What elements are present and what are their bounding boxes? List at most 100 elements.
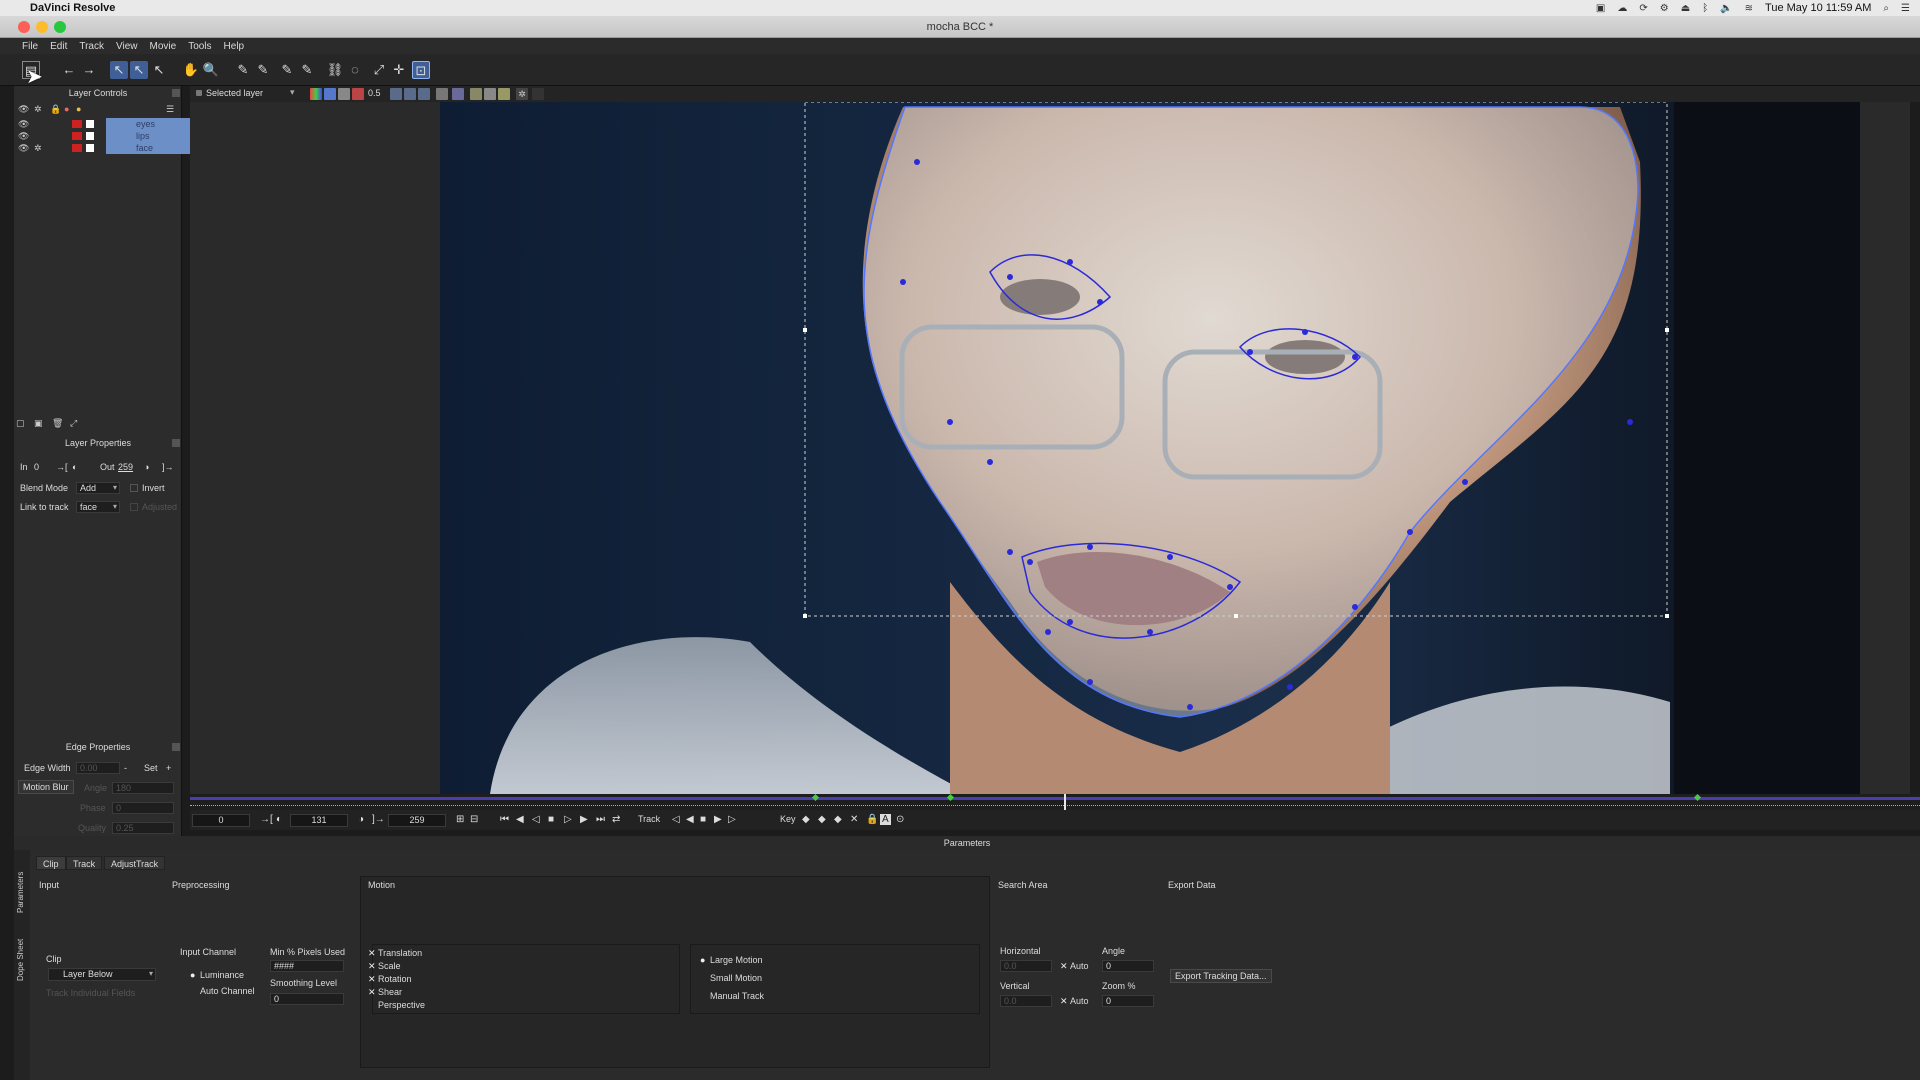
control-point[interactable] <box>1187 704 1193 710</box>
surface-tool-icon[interactable]: ⊡ <box>412 61 430 79</box>
play-forward-icon[interactable]: ▷ <box>564 814 572 825</box>
in-value[interactable]: 0 <box>34 462 39 472</box>
transform-tool-icon[interactable]: ⤢ <box>370 61 388 79</box>
tab-track[interactable]: Track <box>66 856 103 870</box>
control-point[interactable] <box>1352 354 1358 360</box>
screen-record-icon[interactable]: ▣ <box>1596 3 1605 14</box>
in-keyframe-icon[interactable]: ◐ <box>72 462 77 472</box>
vertical-field[interactable]: 0.0 <box>1000 995 1052 1007</box>
stop-icon[interactable]: ■ <box>548 814 554 825</box>
track-step-back-icon[interactable]: ◀ <box>686 814 694 825</box>
eject-icon[interactable]: ⏏ <box>1681 3 1690 14</box>
luminance-radio[interactable]: ● Luminance <box>190 970 244 980</box>
edge-decrease-icon[interactable]: - <box>124 763 127 773</box>
matte-checkbox[interactable] <box>86 120 94 128</box>
opacity-value[interactable]: 0.5 <box>368 88 381 98</box>
control-point[interactable] <box>1407 529 1413 535</box>
select-all-tool-icon[interactable]: ↖ <box>130 61 148 79</box>
control-point[interactable] <box>1045 629 1051 635</box>
control-point[interactable] <box>1027 559 1033 565</box>
view-mode-icon[interactable] <box>390 88 402 100</box>
tracking-gear-icon[interactable]: ✲ <box>34 143 42 154</box>
overlay-icon[interactable] <box>338 88 350 100</box>
zoom-field[interactable]: 0 <box>1102 995 1154 1007</box>
control-point[interactable] <box>947 419 953 425</box>
horizontal-auto-checkbox[interactable]: ✕ Auto <box>1060 961 1089 972</box>
layer-select-chevron-icon[interactable]: ▾ <box>290 87 295 98</box>
out-value[interactable]: 259 <box>118 462 133 472</box>
layer-row-face[interactable]: face <box>106 142 194 154</box>
track-icon[interactable] <box>452 88 464 100</box>
quality-field[interactable]: 0.25 <box>112 822 174 834</box>
control-point[interactable] <box>1067 259 1073 265</box>
menu-edit[interactable]: Edit <box>50 41 67 52</box>
surface-handle[interactable] <box>803 328 807 332</box>
layer-color-swatch[interactable] <box>72 144 82 152</box>
auto-channel-radio[interactable]: Auto Channel <box>190 986 255 996</box>
move-tool-icon[interactable]: ✛ <box>390 61 408 79</box>
track-forward-icon[interactable]: ▷ <box>728 814 736 825</box>
search-icon[interactable]: ⌕ <box>1883 3 1889 14</box>
layer-color-swatch[interactable] <box>72 132 82 140</box>
redo-icon[interactable]: → <box>80 61 98 79</box>
expand-icon[interactable]: ⤢ <box>70 418 77 429</box>
lasso-tool-icon[interactable]: ◌ <box>346 61 364 79</box>
out-keyframe-icon[interactable]: ◑ <box>358 814 364 825</box>
viewer-canvas[interactable] <box>190 102 1910 794</box>
lock-icon[interactable] <box>484 88 496 100</box>
current-frame-field[interactable]: 131 <box>290 814 348 827</box>
tab-clip[interactable]: Clip <box>36 856 66 870</box>
matte-checkbox[interactable] <box>86 144 94 152</box>
layer-color-swatch[interactable] <box>72 120 82 128</box>
close-window-button[interactable] <box>18 21 30 33</box>
out-keyframe-icon[interactable]: ◑ <box>144 462 149 472</box>
prev-key-icon[interactable]: ◆ <box>802 814 810 825</box>
new-layer-icon[interactable]: ▢ <box>16 418 25 429</box>
volume-icon[interactable]: 🔈 <box>1720 3 1732 14</box>
surface-handle[interactable] <box>1665 328 1669 332</box>
set-out-icon[interactable]: ]→ <box>162 462 174 472</box>
viewer-image[interactable] <box>190 102 1910 794</box>
minimize-window-button[interactable] <box>36 21 48 33</box>
control-point[interactable] <box>1287 684 1293 690</box>
timeline[interactable] <box>190 793 1920 810</box>
next-key-icon[interactable]: ◆ <box>834 814 842 825</box>
grid-view-icon[interactable] <box>418 88 430 100</box>
link-tool-icon[interactable]: ⛓ <box>326 61 344 79</box>
timeline-bar[interactable] <box>190 797 1920 800</box>
edge-width-field[interactable]: 0.00 <box>76 762 120 774</box>
track-step-forward-icon[interactable]: ▶ <box>714 814 722 825</box>
go-to-start-icon[interactable]: ⏮ <box>500 814 509 825</box>
angle-field[interactable]: 0 <box>1102 960 1154 972</box>
in-keyframe-icon[interactable]: ◐ <box>276 814 282 825</box>
delete-layer-icon[interactable]: 🗑 <box>52 418 63 429</box>
step-back-icon[interactable]: ◀ <box>516 814 524 825</box>
zoom-range-icon[interactable]: ⊟ <box>470 814 478 825</box>
delete-key-icon[interactable]: ✕ <box>850 814 858 825</box>
track-stop-icon[interactable]: ■ <box>700 814 706 825</box>
edge-increase-icon[interactable]: + <box>166 763 171 773</box>
eye-icon[interactable]: 👁 <box>18 131 29 142</box>
control-point[interactable] <box>914 159 920 165</box>
menu-file[interactable]: File <box>22 41 38 52</box>
horizontal-field[interactable]: 0.0 <box>1000 960 1052 972</box>
cloud-icon[interactable]: ☁ <box>1617 3 1627 14</box>
loop-icon[interactable]: ⇄ <box>612 814 620 825</box>
add-key-icon[interactable]: ◆ <box>818 814 826 825</box>
app-name[interactable]: DaVinci Resolve <box>30 2 115 14</box>
zoom-window-button[interactable] <box>54 21 66 33</box>
control-point[interactable] <box>1067 619 1073 625</box>
wifi-icon[interactable]: ≋ <box>1745 3 1753 14</box>
phase-field[interactable]: 0 <box>112 802 174 814</box>
track-individual-fields-label[interactable]: Track Individual Fields <box>46 988 135 998</box>
tab-dope-sheet[interactable]: Dope Sheet <box>16 930 28 990</box>
settings-icon[interactable]: ⚙ <box>1660 3 1669 14</box>
hand-tool-icon[interactable]: ✋ <box>182 61 200 79</box>
large-motion-radio[interactable]: ● Large Motion <box>700 955 763 965</box>
bluetooth-icon[interactable]: ᛒ <box>1702 3 1708 14</box>
scale-checkbox[interactable]: ✕ Scale <box>368 961 401 972</box>
menu-track[interactable]: Track <box>79 41 104 52</box>
tab-parameters[interactable]: Parameters <box>16 862 28 922</box>
surface-handle[interactable] <box>1665 614 1669 618</box>
menu-list-icon[interactable]: ☰ <box>1901 3 1910 14</box>
